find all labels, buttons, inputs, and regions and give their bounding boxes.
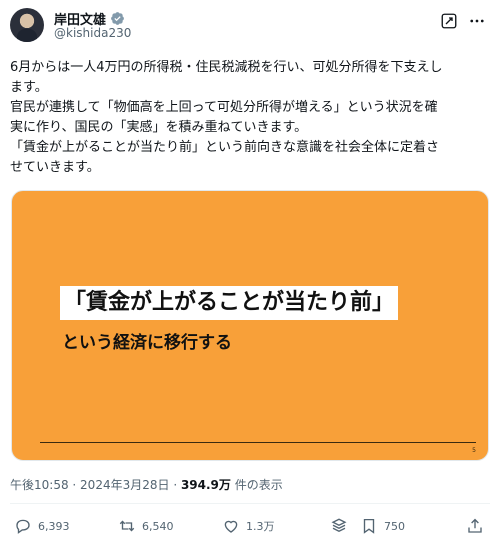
tweet-text: 6月からは一人4万円の所得税・住民税減税を行い、可処分所得を下支えし ます。 官… — [10, 58, 492, 178]
tweet-line: ます。 — [10, 80, 48, 95]
like-count: 1.3万 — [246, 520, 275, 533]
views-button[interactable] — [330, 517, 348, 535]
meta-separator: · — [68, 478, 81, 492]
author-handle[interactable]: @kishida230 — [54, 26, 131, 40]
reply-button[interactable]: 6,393 — [14, 517, 70, 535]
views-count: 394.9万 — [180, 478, 231, 492]
tweet-line: せていきます。 — [10, 160, 100, 175]
retweet-button[interactable]: 6,540 — [118, 517, 174, 535]
tweet-header: 岸田文雄 @kishida230 — [10, 8, 490, 42]
share-icon — [468, 518, 482, 533]
reply-count: 6,393 — [38, 519, 70, 533]
tweet-line: 実に作り、国民の「実感」を積み重ねていきます。 — [10, 120, 308, 135]
views-icon — [331, 518, 347, 533]
bookmark-button[interactable]: 750 — [360, 517, 405, 535]
heart-icon — [224, 520, 238, 533]
share-button[interactable] — [466, 517, 484, 535]
tweet-media-image[interactable]: 「賃金が上がることが当たり前」 という経済に移行する 5 — [11, 190, 489, 461]
reply-icon — [16, 519, 30, 534]
bookmark-count: 750 — [384, 519, 405, 533]
media-headline: 「賃金が上がることが当たり前」 — [60, 286, 399, 320]
more-icon[interactable] — [468, 12, 486, 30]
retweet-count: 6,540 — [142, 519, 174, 533]
action-bar: 6,393 6,540 1.3万 750 — [14, 517, 486, 539]
retweet-icon — [119, 520, 135, 532]
views-label: 件の表示 — [230, 478, 283, 492]
tweet-date[interactable]: 2024年3月28日 — [80, 478, 169, 492]
tweet-time[interactable]: 午後10:58 — [10, 478, 69, 492]
media-page-number: 5 — [472, 447, 476, 454]
tweet-line: 6月からは一人4万円の所得税・住民税減税を行い、可処分所得を下支えし — [10, 60, 443, 75]
grok-icon[interactable] — [440, 12, 458, 30]
avatar[interactable] — [10, 8, 44, 42]
tweet-line: 「賃金が上がることが当たり前」という前向きな意識を社会全体に定着さ — [10, 140, 440, 155]
tweet-line: 官民が連携して「物価高を上回って可処分所得が増える」という状況を確 — [10, 100, 438, 115]
tweet-meta: 午後10:58 · 2024年3月28日 · 394.9万 件の表示 — [10, 476, 283, 493]
media-subline: という経済に移行する — [62, 333, 232, 353]
media-divider — [40, 442, 476, 443]
divider — [10, 503, 490, 504]
bookmark-icon — [363, 518, 375, 534]
verified-badge-icon — [111, 12, 124, 25]
like-button[interactable]: 1.3万 — [222, 517, 275, 535]
meta-separator: · — [169, 478, 181, 492]
